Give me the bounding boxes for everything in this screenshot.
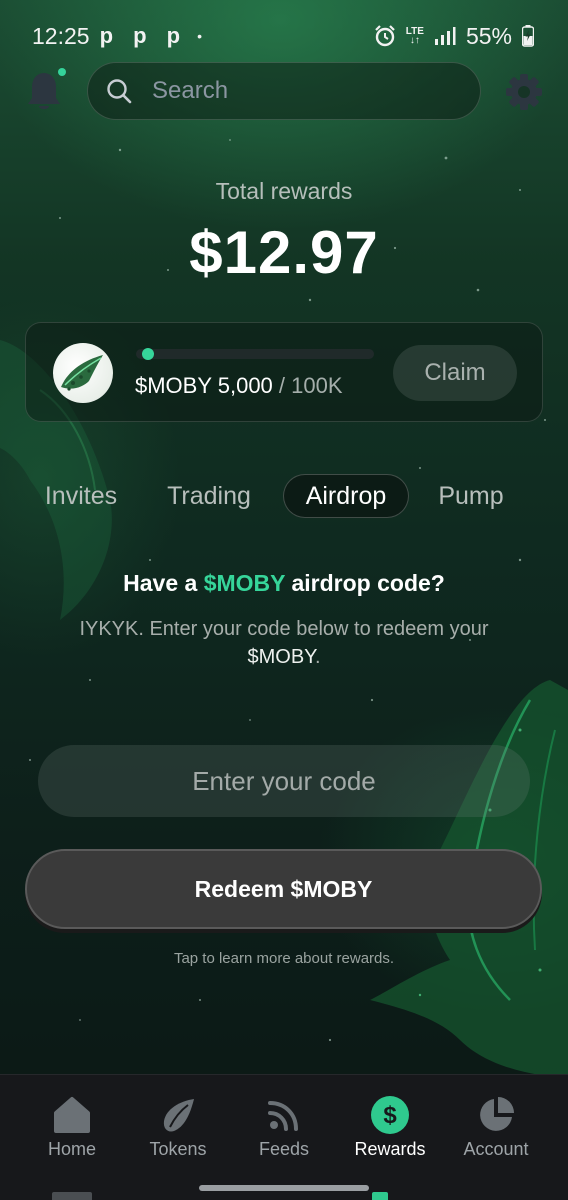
search-icon xyxy=(107,79,132,104)
redeem-button[interactable]: Redeem $MOBY xyxy=(25,849,542,929)
whale-logo-icon xyxy=(61,355,103,391)
pie-chart-icon xyxy=(480,1097,514,1131)
nav-home-label: Home xyxy=(47,1139,96,1159)
rss-icon xyxy=(268,1101,298,1131)
moby-claim-card: $MOBY 5,000 / 100K Claim xyxy=(25,322,543,422)
dollar-icon: $ xyxy=(371,1096,409,1134)
nav-tokens[interactable]: Tokens xyxy=(125,1075,231,1175)
airdrop-code-input[interactable] xyxy=(38,745,530,817)
airdrop-subtitle: IYKYK. Enter your code below to redeem y… xyxy=(79,618,489,668)
notification-indicator xyxy=(58,68,66,76)
battery-percent: 55% xyxy=(465,22,512,49)
search-placeholder: Search xyxy=(152,77,229,104)
clock: 12:25 xyxy=(32,22,90,49)
nav-account-label: Account xyxy=(463,1139,529,1159)
total-rewards-value: $12.97 xyxy=(189,219,379,286)
system-nav-peek xyxy=(52,1192,92,1200)
alarm-icon xyxy=(375,25,395,47)
nav-account[interactable]: Account xyxy=(443,1075,549,1175)
tab-invites[interactable]: Invites xyxy=(30,474,132,518)
bottom-navigation: Home Tokens Feeds $ Rewards Account xyxy=(0,1074,568,1200)
moby-amount: $MOBY 5,000 / 100K xyxy=(135,373,343,399)
tab-airdrop[interactable]: Airdrop xyxy=(283,474,409,518)
subtitle-token: $MOBY xyxy=(247,646,315,668)
moby-amount-value: $MOBY 5,000 xyxy=(135,373,273,398)
moby-progress-fill xyxy=(141,348,154,360)
nav-home[interactable]: Home xyxy=(19,1075,125,1175)
moby-progress-bar xyxy=(136,348,374,360)
moby-token-avatar xyxy=(53,343,113,403)
home-icon xyxy=(54,1097,90,1133)
signal-icon xyxy=(434,27,456,45)
moby-goal: / 100K xyxy=(278,373,343,398)
airdrop-heading: Have a $MOBY airdrop code? xyxy=(123,570,445,596)
nav-feeds-label: Feeds xyxy=(258,1139,310,1159)
nav-rewards-label: Rewards xyxy=(354,1139,426,1159)
search-bar[interactable]: Search xyxy=(87,62,481,120)
nav-rewards[interactable]: $ Rewards xyxy=(337,1075,443,1175)
svg-text:$: $ xyxy=(383,1102,397,1129)
network-type: LTE ↓↑ xyxy=(405,26,424,46)
tab-pump[interactable]: Pump xyxy=(428,474,514,518)
claim-button[interactable]: Claim xyxy=(393,345,517,401)
gear-icon[interactable] xyxy=(504,72,544,112)
nav-tokens-label: Tokens xyxy=(149,1139,207,1159)
tab-trading[interactable]: Trading xyxy=(152,474,266,518)
system-nav-peek-accent xyxy=(372,1192,388,1200)
total-rewards-label: Total rewards xyxy=(215,178,353,204)
notification-icons: p p p xyxy=(99,23,188,48)
home-indicator[interactable] xyxy=(199,1185,369,1191)
nav-feeds[interactable]: Feeds xyxy=(231,1075,337,1175)
notification-dot: • xyxy=(197,28,203,44)
heading-token: $MOBY xyxy=(203,570,286,596)
bell-icon[interactable] xyxy=(24,70,64,112)
learn-more-link[interactable]: Tap to learn more about rewards. xyxy=(0,950,568,967)
rewards-tabs: Invites Trading Airdrop Pump xyxy=(0,474,568,520)
tokens-icon xyxy=(163,1099,194,1132)
battery-charging-icon xyxy=(522,25,534,47)
